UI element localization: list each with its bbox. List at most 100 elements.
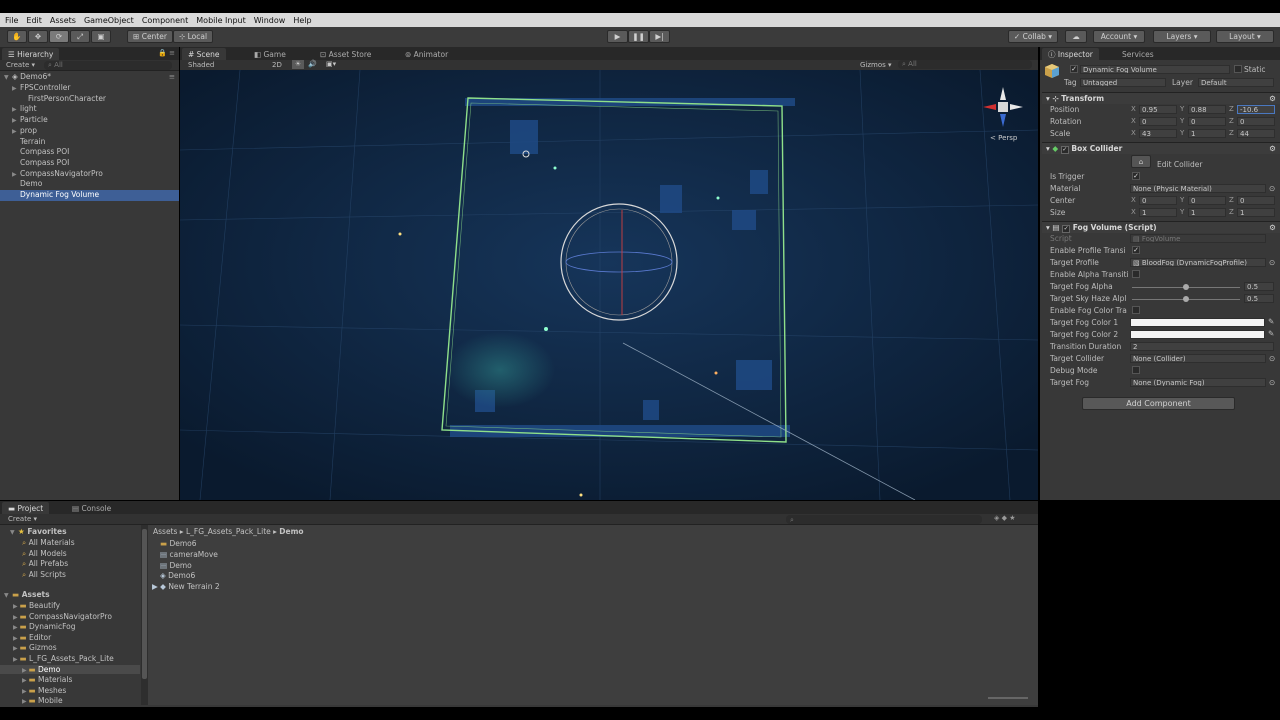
scale-tool-button[interactable]: ⤢ [70,30,90,43]
component-settings-icon[interactable]: ⚙ [1269,222,1276,234]
tab-scene[interactable]: # Scene [182,48,226,60]
hierarchy-item[interactable]: ▶ Particle [0,115,179,126]
eyedropper-icon[interactable]: ✎ [1268,329,1274,338]
size-x-field[interactable]: 1 [1139,208,1177,217]
target-collider-field[interactable]: None (Collider) [1130,354,1266,363]
tag-dropdown[interactable]: Untagged [1080,78,1166,87]
persp-label[interactable]: < Persp [990,134,1017,142]
hierarchy-search-input[interactable]: ⌕ All [44,61,172,70]
object-name-field[interactable]: Dynamic Fog Volume [1080,65,1230,74]
fog-alpha-field[interactable]: 0.5 [1244,282,1274,291]
rotation-z-field[interactable]: 0 [1237,117,1275,126]
material-field[interactable]: None (Physic Material) [1130,184,1266,193]
scale-x-field[interactable]: 43 [1139,129,1177,138]
tab-animator[interactable]: ⊚ Animator [399,48,454,60]
hierarchy-item[interactable]: Compass POI [0,158,179,169]
rotation-x-field[interactable]: 0 [1139,117,1177,126]
folder-item[interactable]: ▶ ▬ L_FG_Assets_Pack_Lite [0,654,140,663]
component-settings-icon[interactable]: ⚙ [1269,93,1276,105]
folder-item[interactable]: ▶ ▬ CompassNavigatorPro [0,612,140,621]
favorites-header[interactable]: ▼ ★ Favorites [10,527,67,536]
audio-toggle-icon[interactable]: 🔊 [308,60,317,68]
step-button[interactable]: ▶| [649,30,670,43]
fog-color1-swatch[interactable] [1130,318,1265,327]
active-checkbox[interactable]: ✓ [1070,65,1078,73]
fog-volume-header[interactable]: ▾ ▤ ✓ Fog Volume (Script) ⚙ [1042,221,1280,233]
scene-viewport[interactable]: < Persp [180,70,1038,500]
transform-header[interactable]: ▾ ⊹ Transform ⚙ [1042,92,1280,104]
box-collider-header[interactable]: ▾ ◆ ✓ Box Collider ⚙ [1042,142,1280,154]
size-y-field[interactable]: 1 [1188,208,1226,217]
layout-dropdown[interactable]: Layout ▾ [1216,30,1274,43]
breadcrumb-demo[interactable]: Demo [279,527,303,536]
effects-dropdown-icon[interactable]: ▣▾ [326,60,336,68]
eyedropper-icon[interactable]: ✎ [1268,317,1274,326]
scene-root-row[interactable]: ▼ ◈ Demo6* ≡ [0,72,179,83]
lighting-toggle-icon[interactable]: ☀ [292,60,304,69]
center-z-field[interactable]: 0 [1237,196,1275,205]
file-item[interactable]: ▤ cameraMove [160,550,218,559]
menu-edit[interactable]: Edit [26,16,42,25]
rotate-tool-button[interactable]: ⟳ [49,30,69,43]
static-checkbox[interactable] [1234,65,1242,73]
tab-services[interactable]: Services [1116,48,1160,60]
breadcrumb-assets[interactable]: Assets [153,527,177,536]
sky-haze-slider-knob[interactable] [1183,296,1189,302]
project-create-button[interactable]: Create ▾ [8,515,37,523]
scale-z-field[interactable]: 44 [1237,129,1275,138]
target-profile-field[interactable]: ▧ BloodFog (DynamicFogProfile) [1130,258,1266,267]
debug-mode-checkbox[interactable] [1132,366,1140,374]
hierarchy-item[interactable]: Dynamic Fog Volume [0,190,179,201]
hierarchy-item[interactable]: Terrain [0,137,179,148]
center-y-field[interactable]: 0 [1188,196,1226,205]
component-settings-icon[interactable]: ⚙ [1269,143,1276,155]
project-search-input[interactable]: ⌕ [786,515,982,524]
menu-file[interactable]: File [5,16,18,25]
menu-window[interactable]: Window [254,16,286,25]
file-item[interactable]: ◈ Demo6 [160,571,195,580]
hierarchy-item[interactable]: ▶ CompassNavigatorPro [0,169,179,180]
tab-project[interactable]: ▬ Project [2,502,50,514]
folder-item[interactable]: ▶ ▬ Materials [0,675,140,684]
assets-header[interactable]: ▼ ▬ Assets [4,590,50,599]
pivot-local-button[interactable]: ⊹ Local [173,30,213,43]
enable-color-checkbox[interactable] [1132,306,1140,314]
hierarchy-item[interactable]: Demo [0,179,179,190]
folder-item[interactable]: ▶ ▬ Mobile [0,696,140,705]
rotation-y-field[interactable]: 0 [1188,117,1226,126]
hand-tool-button[interactable]: ✋ [7,30,27,43]
position-x-field[interactable]: 0.95 [1139,105,1177,114]
layers-dropdown[interactable]: Layers ▾ [1153,30,1211,43]
orientation-gizmo[interactable]: < Persp [978,82,1028,144]
sky-haze-field[interactable]: 0.5 [1244,294,1274,303]
object-picker-icon[interactable]: ⊙ [1269,184,1275,193]
folder-item[interactable]: ▶ ▬ Editor [0,633,140,642]
cloud-button[interactable]: ☁ [1065,30,1087,43]
folder-item[interactable]: ▶ ▬ Demo [0,664,140,674]
menu-assets[interactable]: Assets [50,16,76,25]
tab-inspector[interactable]: ⓘ Inspector [1042,48,1099,60]
hierarchy-create-button[interactable]: Create ▾ [6,61,35,69]
transition-duration-field[interactable]: 2 [1130,342,1274,351]
folder-item[interactable]: ▶ ▬ DynamicFog [0,622,140,631]
account-dropdown[interactable]: Account ▾ [1093,30,1145,43]
icon-size-slider[interactable] [988,697,1028,699]
layer-dropdown[interactable]: Default [1198,78,1274,87]
scene-menu-icon[interactable]: ≡ [169,72,175,83]
is-trigger-checkbox[interactable]: ✓ [1132,172,1140,180]
panel-menu-icon[interactable]: 🔒 ≡ [158,49,175,57]
scene-search-input[interactable]: ⌕ All [898,60,1032,69]
play-button[interactable]: ▶ [607,30,628,43]
enable-alpha-checkbox[interactable] [1132,270,1140,278]
tab-game[interactable]: ◧ Game [248,48,292,60]
menu-help[interactable]: Help [293,16,311,25]
add-component-button[interactable]: Add Component [1082,397,1235,410]
scale-y-field[interactable]: 1 [1188,129,1226,138]
hierarchy-item[interactable]: ▶ FPSController [0,83,179,94]
move-tool-button[interactable]: ✥ [28,30,48,43]
object-picker-icon[interactable]: ⊙ [1269,354,1275,363]
shading-mode-dropdown[interactable]: Shaded [188,61,214,69]
favorite-item[interactable]: ⌕ All Materials [22,538,75,548]
favorite-item[interactable]: ⌕ All Scripts [22,570,66,580]
pivot-center-button[interactable]: ⊞ Center [127,30,173,43]
